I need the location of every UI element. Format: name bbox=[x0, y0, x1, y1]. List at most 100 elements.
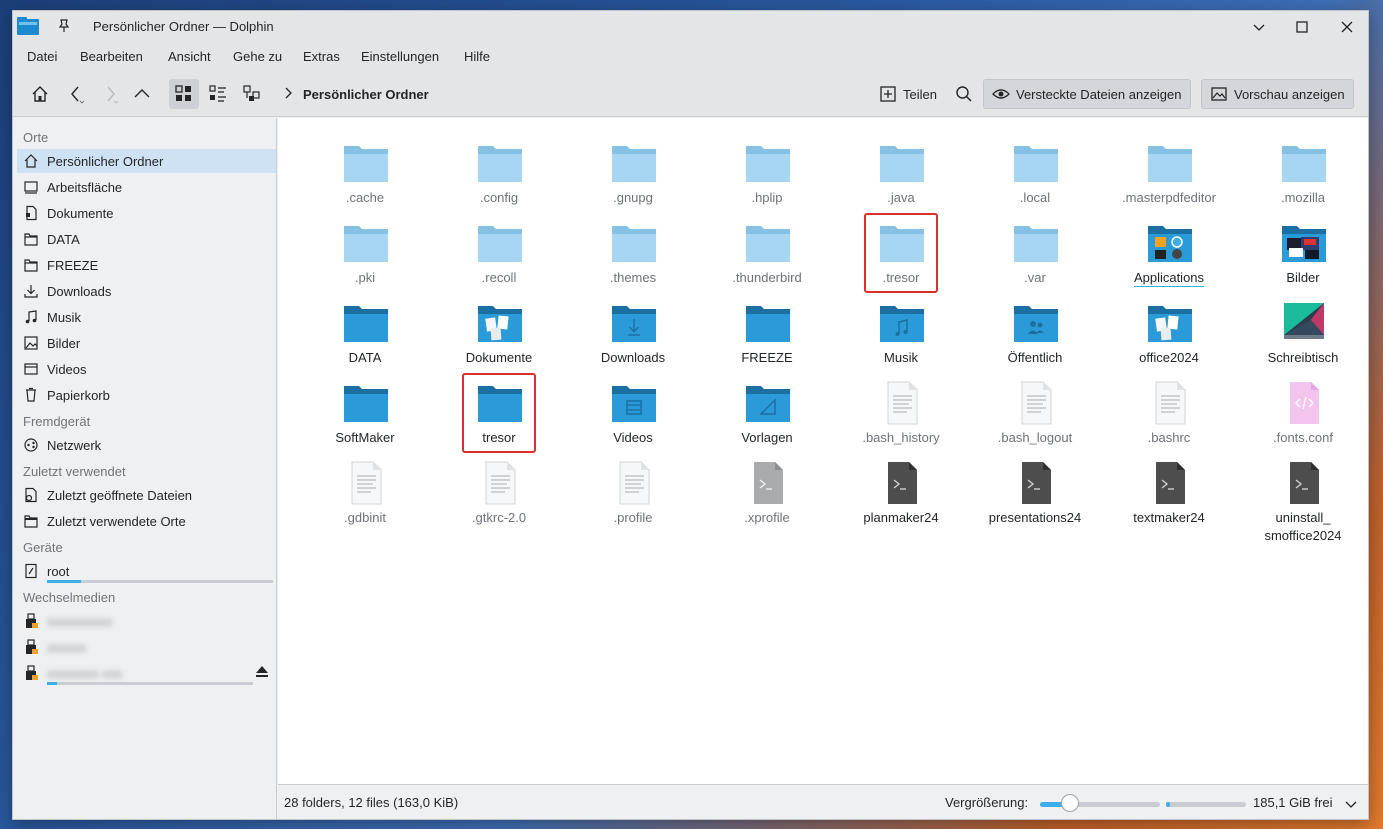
eject-icon[interactable] bbox=[255, 664, 269, 678]
file-item-schreibtisch[interactable]: Schreibtisch bbox=[1236, 296, 1368, 376]
file-item-gnupg[interactable]: .gnupg bbox=[566, 136, 700, 216]
show-preview-button[interactable]: Vorschau anzeigen bbox=[1201, 79, 1354, 109]
file-item-pki[interactable]: .pki bbox=[298, 216, 432, 296]
file-name: .mozilla bbox=[1280, 190, 1326, 205]
file-name: DATA bbox=[348, 350, 382, 365]
show-hidden-files-button[interactable]: Versteckte Dateien anzeigen bbox=[983, 79, 1191, 109]
file-item-config[interactable]: .config bbox=[432, 136, 566, 216]
file-item-bashrc[interactable]: .bashrc bbox=[1102, 376, 1236, 456]
sidebar-item-recent-1[interactable]: Zuletzt verwendete Orte bbox=[17, 509, 276, 533]
sidebar-item-removable-0[interactable]: xxxxxxxxxx bbox=[17, 609, 276, 633]
file-name: .bash_history bbox=[862, 430, 940, 445]
file-item-hplip[interactable]: .hplip bbox=[700, 136, 834, 216]
file-item-uninstall-smoffice2024[interactable]: uninstall_ smoffice2024 bbox=[1236, 456, 1368, 543]
sidebar-item-place-7[interactable]: Bilder bbox=[17, 331, 276, 355]
file-item-bilder[interactable]: Bilder bbox=[1236, 216, 1368, 296]
menu-einstellungen[interactable]: Einstellungen bbox=[361, 49, 439, 64]
file-item-presentations24[interactable]: presentations24 bbox=[968, 456, 1102, 536]
menu-hilfe[interactable]: Hilfe bbox=[464, 49, 490, 64]
file-item-videos[interactable]: Videos bbox=[566, 376, 700, 456]
menu-bearbeiten[interactable]: Bearbeiten bbox=[80, 49, 143, 64]
file-item-bash-logout[interactable]: .bash_logout bbox=[968, 376, 1102, 456]
file-item-mozilla[interactable]: .mozilla bbox=[1236, 136, 1368, 216]
file-item-java[interactable]: .java bbox=[834, 136, 968, 216]
free-space-text[interactable]: 185,1 GiB frei bbox=[1253, 795, 1333, 810]
file-item-planmaker24[interactable]: planmaker24 bbox=[834, 456, 968, 536]
file-item-office2024[interactable]: office2024 bbox=[1102, 296, 1236, 376]
file-item-dokumente[interactable]: Dokumente bbox=[432, 296, 566, 376]
sidebar-item-place-6[interactable]: Musik bbox=[17, 305, 276, 329]
file-item-cache[interactable]: .cache bbox=[298, 136, 432, 216]
show-preview-label: Vorschau anzeigen bbox=[1234, 86, 1345, 102]
sidebar-item-place-8[interactable]: Videos bbox=[17, 357, 276, 381]
capacity-fill bbox=[47, 580, 81, 583]
menu-extras[interactable]: Extras bbox=[303, 49, 340, 64]
file-item-softmaker[interactable]: SoftMaker bbox=[298, 376, 432, 456]
sidebar-item-place-1[interactable]: Arbeitsfläche bbox=[17, 175, 276, 199]
home-icon bbox=[24, 154, 38, 168]
file-name: SoftMaker bbox=[335, 430, 395, 445]
file-item-var[interactable]: .var bbox=[968, 216, 1102, 296]
file-item-fonts-conf[interactable]: .fonts.conf bbox=[1236, 376, 1368, 456]
sidebar-item-label: root bbox=[47, 563, 70, 579]
file-item-musik[interactable]: Musik bbox=[834, 296, 968, 376]
share-button[interactable]: Teilen bbox=[871, 79, 945, 109]
file-item-thunderbird[interactable]: .thunderbird bbox=[700, 216, 834, 296]
folder-icon bbox=[24, 233, 38, 246]
sidebar-item-label: Videos bbox=[47, 361, 87, 377]
sidebar-item-place-9[interactable]: Papierkorb bbox=[17, 383, 276, 407]
toolbar: Persönlicher Ordner Teilen Versteckte Da… bbox=[13, 71, 1368, 117]
maximize-button[interactable] bbox=[1292, 17, 1312, 37]
title-bar[interactable]: Persönlicher Ordner — Dolphin bbox=[13, 11, 1368, 43]
forward-button[interactable] bbox=[95, 79, 125, 109]
drive-icon bbox=[25, 563, 37, 579]
file-name: .recoll bbox=[481, 270, 517, 285]
menu-datei[interactable]: Datei bbox=[27, 49, 57, 64]
file-item-freeze[interactable]: FREEZE bbox=[700, 296, 834, 376]
zoom-slider-handle[interactable] bbox=[1061, 794, 1079, 812]
sidebar-item-place-0[interactable]: Persönlicher Ordner bbox=[17, 149, 276, 173]
sidebar-item-place-2[interactable]: Dokumente bbox=[17, 201, 276, 225]
sidebar-item-remote-0[interactable]: Netzwerk bbox=[17, 433, 276, 457]
menu-ansicht[interactable]: Ansicht bbox=[168, 49, 211, 64]
zoom-slider[interactable] bbox=[1040, 802, 1160, 807]
file-name: .cache bbox=[345, 190, 385, 205]
compact-view-button[interactable] bbox=[203, 79, 233, 109]
file-item-vorlagen[interactable]: Vorlagen bbox=[700, 376, 834, 456]
breadcrumb[interactable]: Persönlicher Ordner bbox=[303, 87, 429, 102]
file-view[interactable]: .cache .config .gnupg .hplip .java .loca… bbox=[278, 118, 1368, 784]
file-item-downloads[interactable]: Downloads bbox=[566, 296, 700, 376]
close-button[interactable] bbox=[1337, 17, 1357, 37]
file-item-masterpdfeditor[interactable]: .masterpdfeditor bbox=[1102, 136, 1236, 216]
file-name: .xprofile bbox=[744, 510, 790, 525]
menu-gehe-zu[interactable]: Gehe zu bbox=[233, 49, 282, 64]
sidebar-item-place-4[interactable]: FREEZE bbox=[17, 253, 276, 277]
file-item-xprofile[interactable]: .xprofile bbox=[700, 456, 834, 536]
sidebar-item-label: xxxxxx bbox=[47, 639, 86, 655]
file-item-themes[interactable]: .themes bbox=[566, 216, 700, 296]
file-item-gtkrc-2-0[interactable]: .gtkrc-2.0 bbox=[432, 456, 566, 536]
sidebar-item-removable-1[interactable]: xxxxxx bbox=[17, 635, 276, 659]
details-view-button[interactable] bbox=[237, 79, 267, 109]
sidebar-item-place-3[interactable]: DATA bbox=[17, 227, 276, 251]
file-item-gdbinit[interactable]: .gdbinit bbox=[298, 456, 432, 536]
back-button[interactable] bbox=[61, 79, 91, 109]
file-item-local[interactable]: .local bbox=[968, 136, 1102, 216]
file-item-bash-history[interactable]: .bash_history bbox=[834, 376, 968, 456]
chevron-down-icon[interactable] bbox=[1344, 797, 1358, 811]
file-item-textmaker24[interactable]: textmaker24 bbox=[1102, 456, 1236, 536]
file-item-applications[interactable]: Applications bbox=[1102, 216, 1236, 296]
file-item-öffentlich[interactable]: Öffentlich bbox=[968, 296, 1102, 376]
up-button[interactable] bbox=[127, 79, 157, 109]
file-item-profile[interactable]: .profile bbox=[566, 456, 700, 536]
home-button[interactable] bbox=[25, 79, 55, 109]
file-item-recoll[interactable]: .recoll bbox=[432, 216, 566, 296]
minimize-button[interactable] bbox=[1249, 17, 1269, 37]
sidebar-item-recent-0[interactable]: Zuletzt geöffnete Dateien bbox=[17, 483, 276, 507]
sidebar-item-place-5[interactable]: Downloads bbox=[17, 279, 276, 303]
pin-icon[interactable] bbox=[55, 17, 73, 35]
search-button[interactable] bbox=[949, 79, 979, 109]
icons-view-button[interactable] bbox=[169, 79, 199, 109]
sidebar-item-label: Zuletzt geöffnete Dateien bbox=[47, 487, 193, 503]
file-item-data[interactable]: DATA bbox=[298, 296, 432, 376]
